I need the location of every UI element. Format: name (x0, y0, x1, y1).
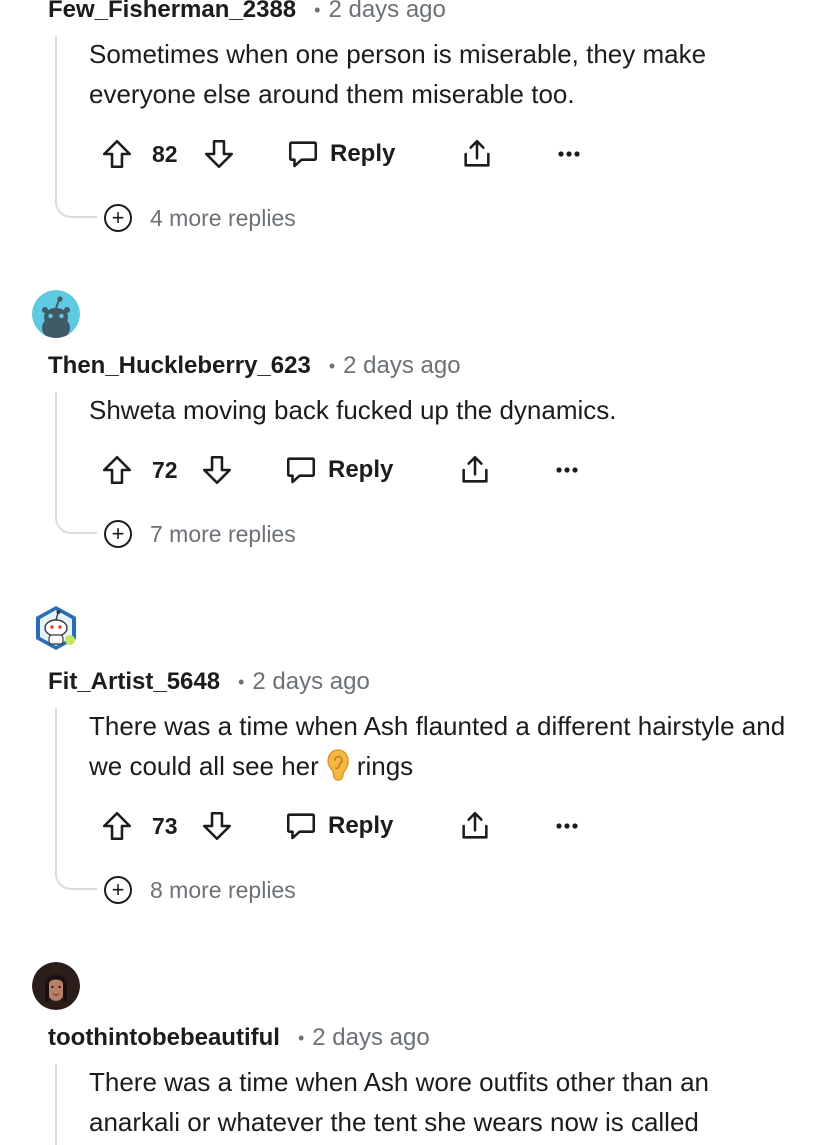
more-options-button[interactable] (554, 448, 580, 492)
comment-body-text: rings (356, 751, 414, 781)
avatar[interactable] (32, 962, 80, 1010)
arrow-down-icon (200, 809, 234, 843)
vote-count: 82 (152, 140, 178, 167)
more-replies-link[interactable]: + 7 more replies (104, 517, 296, 551)
username[interactable]: Few_Fisherman_2388 (48, 0, 296, 24)
speech-bubble-icon (286, 137, 320, 171)
username[interactable]: Then_Huckleberry_623 (48, 352, 311, 380)
comment-meta: Few_Fisherman_2388 • 2 days ago (48, 0, 446, 26)
reply-label: Reply (330, 140, 396, 167)
arrow-up-icon (100, 453, 134, 487)
username[interactable]: Fit_Artist_5648 (48, 668, 220, 696)
comment-meta: Fit_Artist_5648 • 2 days ago (48, 666, 370, 698)
share-icon (458, 809, 492, 843)
reply-label: Reply (328, 456, 394, 483)
reply-button[interactable]: Reply (286, 132, 395, 176)
timestamp: 2 days ago (312, 1024, 430, 1051)
avatar[interactable] (32, 290, 80, 338)
speech-bubble-icon (284, 453, 318, 487)
plus-circle-icon: + (104, 520, 132, 548)
arrow-up-icon (100, 809, 134, 843)
comment-body: There was a time when Ash flaunted a dif… (89, 706, 799, 786)
comment-body: There was a time when Ash wore outfits o… (89, 1067, 710, 1137)
comment-actions: 73 Reply (100, 804, 600, 848)
downvote-button[interactable] (200, 804, 234, 848)
comment-meta: toothintobebeautiful • 2 days ago (48, 1022, 430, 1054)
reply-label: Reply (328, 812, 394, 839)
reply-button[interactable]: Reply (284, 448, 393, 492)
meta-separator: • (297, 1027, 305, 1048)
upvote-button[interactable] (100, 132, 134, 176)
comment-feed: Few_Fisherman_2388 • 2 days ago Sometime… (0, 0, 828, 1145)
share-button[interactable] (458, 804, 492, 848)
vote-count: 72 (152, 456, 178, 483)
more-replies-label: 8 more replies (150, 876, 296, 903)
plus-circle-icon: + (104, 204, 132, 232)
more-options-button[interactable] (556, 132, 582, 176)
comment-body-text: There was a time when Ash flaunted a dif… (89, 711, 786, 781)
comment-actions: 82 Reply (100, 132, 600, 176)
ellipsis-icon (556, 149, 582, 159)
share-icon (458, 453, 492, 487)
more-replies-label: 7 more replies (150, 520, 296, 547)
upvote-button[interactable] (100, 448, 134, 492)
ellipsis-icon (554, 821, 580, 831)
username[interactable]: toothintobebeautiful (48, 1024, 280, 1052)
downvote-button[interactable] (202, 132, 236, 176)
ear-icon (325, 748, 351, 782)
meta-separator: • (238, 671, 245, 692)
vote-count: 73 (152, 812, 178, 839)
timestamp: 2 days ago (328, 0, 446, 23)
arrow-up-icon (100, 137, 134, 171)
timestamp: 2 days ago (343, 352, 461, 379)
plus-circle-icon: + (104, 876, 132, 904)
ellipsis-icon (554, 465, 580, 475)
reply-button[interactable]: Reply (284, 804, 393, 848)
share-button[interactable] (460, 132, 494, 176)
comment-meta: Then_Huckleberry_623 • 2 days ago (48, 350, 461, 382)
arrow-down-icon (202, 137, 236, 171)
timestamp: 2 days ago (252, 668, 370, 695)
downvote-button[interactable] (200, 448, 234, 492)
comment-body: Shweta moving back fucked up the dynamic… (89, 395, 617, 425)
speech-bubble-icon (284, 809, 318, 843)
comment-body: Sometimes when one person is miserable, … (89, 39, 707, 109)
meta-separator: • (328, 355, 336, 376)
more-replies-label: 4 more replies (150, 204, 296, 231)
arrow-down-icon (200, 453, 234, 487)
comment-actions: 72 Reply (100, 448, 600, 492)
share-button[interactable] (458, 448, 492, 492)
more-replies-link[interactable]: + 4 more replies (104, 201, 296, 235)
avatar[interactable] (32, 604, 80, 652)
share-icon (460, 137, 494, 171)
upvote-button[interactable] (100, 804, 134, 848)
more-replies-link[interactable]: + 8 more replies (104, 873, 296, 907)
meta-separator: • (314, 0, 321, 20)
more-options-button[interactable] (554, 804, 580, 848)
